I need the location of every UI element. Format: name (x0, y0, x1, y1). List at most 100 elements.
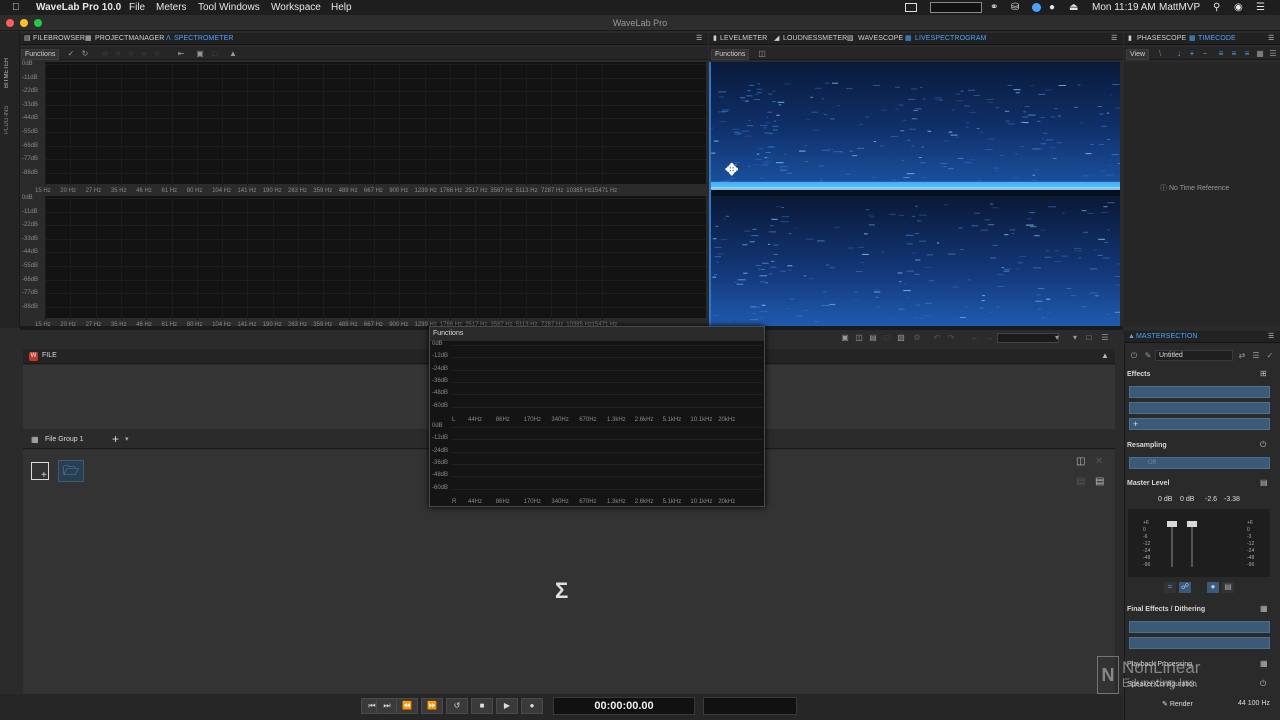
options-icon[interactable]: ▾ (1070, 333, 1080, 342)
panel-menu-icon[interactable]: ☰ (1111, 34, 1117, 44)
add-effect-button[interactable]: + (1129, 418, 1270, 430)
tab-projectmanager[interactable]: PROJECTMANAGER (95, 34, 164, 44)
menu-file[interactable]: File (129, 1, 145, 14)
file-group-tab[interactable]: File Group 1 (45, 436, 84, 443)
tool-icon-2[interactable]: ○ (113, 49, 123, 58)
panel-menu-icon[interactable]: ☰ (1268, 332, 1274, 342)
loop-button[interactable]: ↺ (446, 698, 468, 714)
to-start-icon[interactable]: ⇤ (176, 49, 186, 58)
list-icon[interactable]: ☰ (1256, 1, 1265, 14)
dim-button[interactable]: ● (1207, 582, 1219, 593)
collapse-icon[interactable]: ▲ (1101, 351, 1109, 360)
functions-button[interactable]: Functions (21, 49, 60, 60)
play-button[interactable]: ▶ (496, 698, 518, 714)
zoom-dropdown[interactable] (997, 333, 1059, 343)
menu-help[interactable]: Help (331, 1, 352, 14)
drop-icon[interactable]: ● (1049, 1, 1055, 14)
plus-icon[interactable]: + (1187, 49, 1197, 58)
go-to-end-button[interactable]: ⏭ (376, 698, 398, 714)
functions-button[interactable]: Functions (433, 330, 463, 337)
view-button[interactable]: View (1126, 49, 1150, 60)
list-view-icon[interactable]: ☰ (1268, 49, 1278, 58)
cut-icon[interactable]: □ (882, 333, 892, 342)
tab-spectrometer[interactable]: SPECTROMETER (174, 34, 234, 44)
speaker-menu-icon[interactable]: ⏻ (1260, 679, 1266, 689)
side-tab-plugins[interactable]: PLUG-INS (4, 90, 10, 134)
final-effects-menu-icon[interactable]: ▦ (1260, 604, 1268, 613)
link-button[interactable]: ☍ (1179, 582, 1191, 593)
user-name[interactable]: MattMVP (1159, 1, 1200, 14)
equals-icon[interactable]: ≡ (1216, 49, 1226, 58)
zoom-window-button[interactable] (34, 19, 42, 27)
render-button[interactable]: ✎ Render (1162, 700, 1193, 708)
preset-menu-icon[interactable]: ☰ (1251, 351, 1261, 360)
live-spectrogram[interactable] (711, 62, 1120, 326)
resampling-power-icon[interactable]: ⏻ (1260, 440, 1266, 450)
panel-menu-icon[interactable]: ☰ (1100, 333, 1110, 342)
refresh-icon[interactable]: ↻ (80, 49, 90, 58)
record-button[interactable]: ● (521, 698, 543, 714)
tool-icon-1[interactable]: ○ (100, 49, 110, 58)
tool-icon-6[interactable]: □ (210, 49, 220, 58)
chevron-down-icon[interactable]: ▾ (125, 435, 129, 443)
compare-icon[interactable]: ⇄ (1237, 351, 1247, 360)
down-arrow-icon[interactable]: ↓ (1174, 49, 1184, 58)
chevron-down-icon[interactable]: ▾ (1052, 333, 1062, 342)
trash-icon[interactable]: ◫ (757, 49, 767, 58)
eject-icon[interactable]: ⏏ (1069, 1, 1078, 14)
app-name[interactable]: WaveLab Pro 10.0 (36, 1, 121, 14)
new-file-button[interactable]: + (31, 462, 49, 481)
link-icon[interactable]: ⚭ (990, 1, 998, 14)
new-file-icon[interactable]: ▣ (840, 333, 850, 342)
spectrum-graph-bottom[interactable] (45, 196, 706, 318)
fast-forward-button[interactable]: ⏩ (421, 698, 443, 714)
spectrum-graph-top[interactable] (45, 62, 706, 184)
resampling-slot[interactable]: Off (1129, 457, 1270, 469)
close-window-button[interactable] (6, 19, 14, 27)
image-icon[interactable]: ▲ (228, 49, 238, 58)
circle-icon[interactable] (1032, 3, 1041, 12)
rewind-button[interactable]: ⏪ (396, 698, 418, 714)
tab-mastersection[interactable]: MASTERSECTION (1136, 332, 1198, 342)
minimize-window-button[interactable] (20, 19, 28, 27)
tab-wavescope[interactable]: WAVESCOPE (858, 34, 903, 44)
final-effect-slot-1[interactable] (1129, 621, 1270, 633)
save-icon[interactable]: ▤ (868, 333, 878, 342)
edit-icon[interactable]: ✎ (1143, 351, 1153, 360)
functions-button[interactable]: Functions (711, 49, 750, 60)
tab-loudnessmeter[interactable]: LOUDNESSMETER (783, 34, 847, 44)
tab-timecode[interactable]: TIMECODE (1198, 34, 1236, 44)
redo-icon[interactable]: ↷ (946, 333, 956, 342)
power-icon[interactable]: ⏻ (1129, 351, 1139, 360)
tool-icon-4[interactable]: ○ (139, 49, 149, 58)
tool-icon-5[interactable]: ○ (152, 49, 162, 58)
clock-text[interactable]: Mon 11:19 AM (1092, 1, 1156, 14)
check-icon[interactable]: ✓ (66, 49, 76, 58)
close-icon[interactable]: ✕ (1095, 456, 1103, 467)
level-menu-icon[interactable]: ▤ (1260, 478, 1268, 487)
menu-meters[interactable]: Meters (156, 1, 187, 14)
sigma-icon[interactable]: Σ (555, 578, 568, 604)
side-tab-bitmeter[interactable]: BITMETER (4, 40, 10, 88)
stop-button[interactable]: ■ (471, 698, 493, 714)
menu-tool-windows[interactable]: Tool Windows (198, 1, 260, 14)
undo-icon[interactable]: ↶ (932, 333, 942, 342)
layout-icon[interactable]: ◫ (1076, 456, 1085, 467)
panel-menu-icon[interactable]: ☰ (696, 34, 702, 44)
forward-icon[interactable]: → (984, 333, 994, 342)
equals-icon-3[interactable]: ≡ (1242, 49, 1252, 58)
final-effect-slot-2[interactable] (1129, 637, 1270, 649)
add-group-button[interactable]: + (112, 432, 119, 446)
playback-menu-icon[interactable]: ▦ (1260, 659, 1268, 668)
minus-icon[interactable]: − (1200, 49, 1210, 58)
grid-view-icon[interactable]: ▦ (1255, 49, 1265, 58)
apple-icon[interactable]:  (12, 1, 20, 14)
back-icon[interactable]: ← (970, 333, 980, 342)
preset-name[interactable]: Untitled (1155, 350, 1233, 361)
effect-slot-2[interactable] (1129, 402, 1270, 414)
maximize-icon[interactable]: □ (1084, 333, 1094, 342)
gear-icon[interactable]: ⚙ (912, 333, 922, 342)
shield-icon[interactable]: ⛁ (1011, 1, 1019, 14)
tab-livespectrogram[interactable]: LIVESPECTROGRAM (915, 34, 987, 44)
stack-icon[interactable]: ▤ (1076, 476, 1085, 487)
